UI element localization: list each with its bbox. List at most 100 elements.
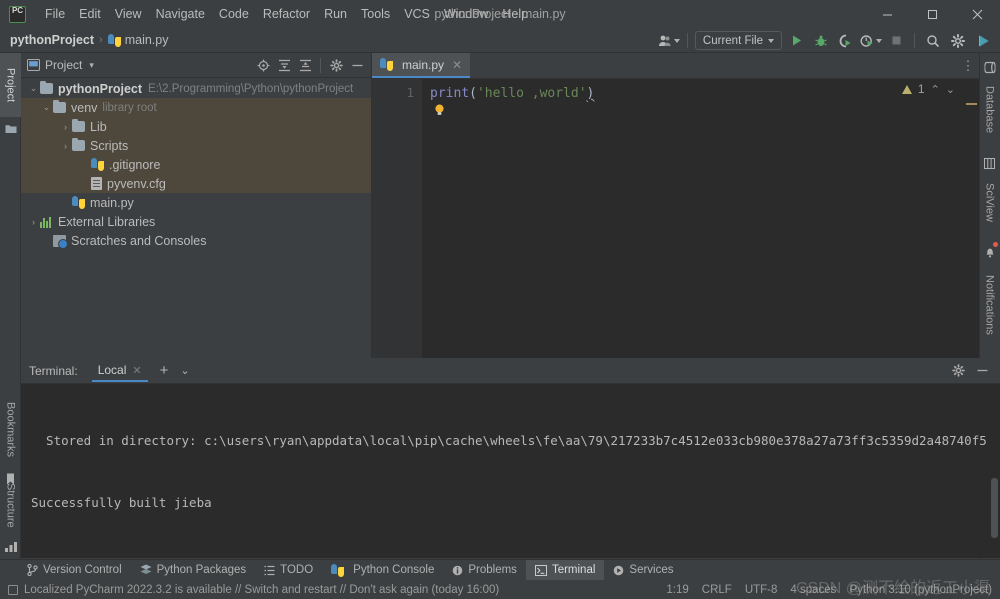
close-icon[interactable]: ✕ [452, 58, 462, 72]
menu-navigate[interactable]: Navigate [149, 4, 212, 24]
collapse-all-icon[interactable] [295, 55, 315, 75]
terminal-tab-local[interactable]: Local ✕ [91, 359, 148, 382]
editor-scroll-marker[interactable] [966, 103, 977, 105]
file-encoding[interactable]: UTF-8 [745, 584, 778, 596]
close-icon[interactable]: ✕ [132, 364, 141, 377]
status-message-group[interactable]: Localized PyCharm 2022.3.2 is available … [8, 584, 499, 596]
maximize-button[interactable] [910, 0, 955, 28]
python-file-icon [380, 58, 393, 71]
breadcrumb-project[interactable]: pythonProject [10, 33, 94, 47]
run-icon[interactable] [785, 30, 807, 51]
hide-panel-icon[interactable] [347, 55, 367, 75]
indent-setting[interactable]: 4 spaces [790, 584, 836, 596]
stop-icon[interactable] [885, 30, 907, 51]
menu-vcs[interactable]: VCS [397, 4, 437, 24]
terminal-settings-icon[interactable] [948, 361, 968, 381]
tree-row-scratches[interactable]: . Scratches and Consoles [21, 231, 371, 250]
sidebar-item-project[interactable]: Project [0, 53, 21, 117]
tree-row-pyvenvcfg[interactable]: . pyvenv.cfg [21, 174, 371, 193]
tree-row-external-libraries[interactable]: › External Libraries [21, 212, 371, 231]
sidebar-structure-label: Structure [4, 482, 17, 528]
bottom-tab-version-control[interactable]: Version Control [18, 560, 131, 581]
event-log-icon[interactable] [8, 584, 18, 595]
menu-tools[interactable]: Tools [354, 4, 397, 24]
tree-row-venv[interactable]: ⌄ venv library root [21, 98, 371, 117]
bottom-tab-problems[interactable]: Problems [443, 560, 526, 581]
line-separator[interactable]: CRLF [702, 584, 732, 596]
bottom-tab-python-packages[interactable]: Python Packages [131, 560, 256, 581]
run-configuration-select[interactable]: Current File [694, 31, 782, 50]
sidebar-item-structure[interactable]: Structure [0, 473, 21, 537]
tree-row-mainpy[interactable]: . main.py [21, 193, 371, 212]
bottom-tab-todo[interactable]: TODO [255, 560, 322, 581]
project-tool-window: Project ▾ ⌄ pythonProject E:\2.Programmi… [21, 53, 372, 358]
tree-row-lib[interactable]: › Lib [21, 117, 371, 136]
close-button[interactable] [955, 0, 1000, 28]
menu-view[interactable]: View [108, 4, 149, 24]
scratches-icon [53, 234, 68, 249]
warning-triangle-icon [901, 84, 912, 94]
folder-icon [53, 99, 66, 113]
chevron-right-icon[interactable]: › [27, 217, 40, 227]
select-opened-file-icon[interactable] [253, 55, 273, 75]
tree-row-gitignore[interactable]: . .gitignore [21, 155, 371, 174]
caret-position[interactable]: 1:19 [666, 584, 688, 596]
menu-edit[interactable]: Edit [72, 4, 108, 24]
chevron-down-icon[interactable]: ⌄ [27, 83, 40, 94]
breadcrumb-file[interactable]: main.py [107, 33, 169, 47]
run-with-coverage-icon[interactable] [835, 30, 857, 51]
project-icon [0, 117, 21, 139]
project-panel-dropdown[interactable]: ▾ [89, 60, 94, 71]
code-content[interactable]: print('hello ,world') [422, 79, 979, 358]
next-problem-icon[interactable]: ⌄ [946, 83, 955, 96]
menu-file[interactable]: File [38, 4, 72, 24]
bottom-tab-label: Python Packages [156, 564, 247, 576]
user-account-icon[interactable] [658, 30, 680, 51]
intention-bulb-icon[interactable] [434, 103, 445, 115]
updates-icon[interactable] [972, 30, 994, 51]
tree-row-pythonproject[interactable]: ⌄ pythonProject E:\2.Programming\Python\… [21, 79, 371, 98]
minimize-button[interactable] [865, 0, 910, 28]
bottom-tab-services[interactable]: Services [604, 560, 682, 581]
chevron-right-icon[interactable]: › [59, 122, 72, 132]
chevron-right-icon[interactable]: › [59, 141, 72, 151]
editor-tab-bar: main.py ✕ ⋮ [372, 53, 979, 79]
search-everywhere-icon[interactable] [922, 30, 944, 51]
terminal-hide-icon[interactable] [972, 361, 992, 381]
settings-gear-icon[interactable] [947, 30, 969, 51]
new-terminal-icon[interactable]: + [160, 362, 169, 379]
previous-problem-icon[interactable]: ⌃ [931, 83, 940, 96]
panel-settings-icon[interactable] [326, 55, 346, 75]
debug-icon[interactable] [810, 30, 832, 51]
code-paren-open: ( [469, 86, 477, 101]
editor-options-icon[interactable]: ⋮ [957, 53, 979, 78]
menu-run[interactable]: Run [317, 4, 354, 24]
tree-row-scripts[interactable]: › Scripts [21, 136, 371, 155]
sciview-icon [979, 153, 1000, 173]
menu-code[interactable]: Code [212, 4, 256, 24]
terminal-scrollbar-thumb[interactable] [991, 478, 998, 538]
bottom-tab-label: Version Control [43, 564, 122, 576]
profiler-icon[interactable] [860, 30, 882, 51]
menu-refactor[interactable]: Refactor [256, 4, 317, 24]
expand-all-icon[interactable] [274, 55, 294, 75]
structure-icon [0, 537, 21, 557]
breadcrumb-file-label: main.py [124, 33, 169, 47]
editor-tab-mainpy[interactable]: main.py ✕ [372, 53, 471, 78]
sidebar-item-database[interactable]: Database [979, 77, 1000, 143]
menu-window[interactable]: Window [437, 4, 495, 24]
folder-icon [72, 118, 85, 132]
sidebar-item-sciview[interactable]: SciView [979, 173, 1000, 231]
terminal-output[interactable]: Stored in directory: c:\users\ryan\appda… [21, 384, 1000, 558]
status-message[interactable]: Localized PyCharm 2022.3.2 is available … [24, 584, 499, 596]
bottom-tab-python-console[interactable]: Python Console [322, 560, 443, 581]
sidebar-item-bookmarks[interactable]: Bookmarks [0, 391, 21, 469]
sidebar-item-notifications[interactable]: Notifications [979, 263, 1000, 347]
python-interpreter[interactable]: Python 3.10 (pythonProject) [849, 584, 992, 596]
inspection-widget[interactable]: 1 ⌃ ⌄ [901, 82, 955, 96]
menu-help[interactable]: Help [495, 4, 535, 24]
bottom-tab-terminal[interactable]: Terminal [525, 559, 605, 581]
code-editor[interactable]: 1 print('hello ,world') 1 ⌃ ⌄ [372, 79, 979, 358]
chevron-down-icon[interactable]: ⌄ [40, 102, 53, 113]
terminal-list-icon[interactable]: ⌄ [180, 364, 189, 377]
